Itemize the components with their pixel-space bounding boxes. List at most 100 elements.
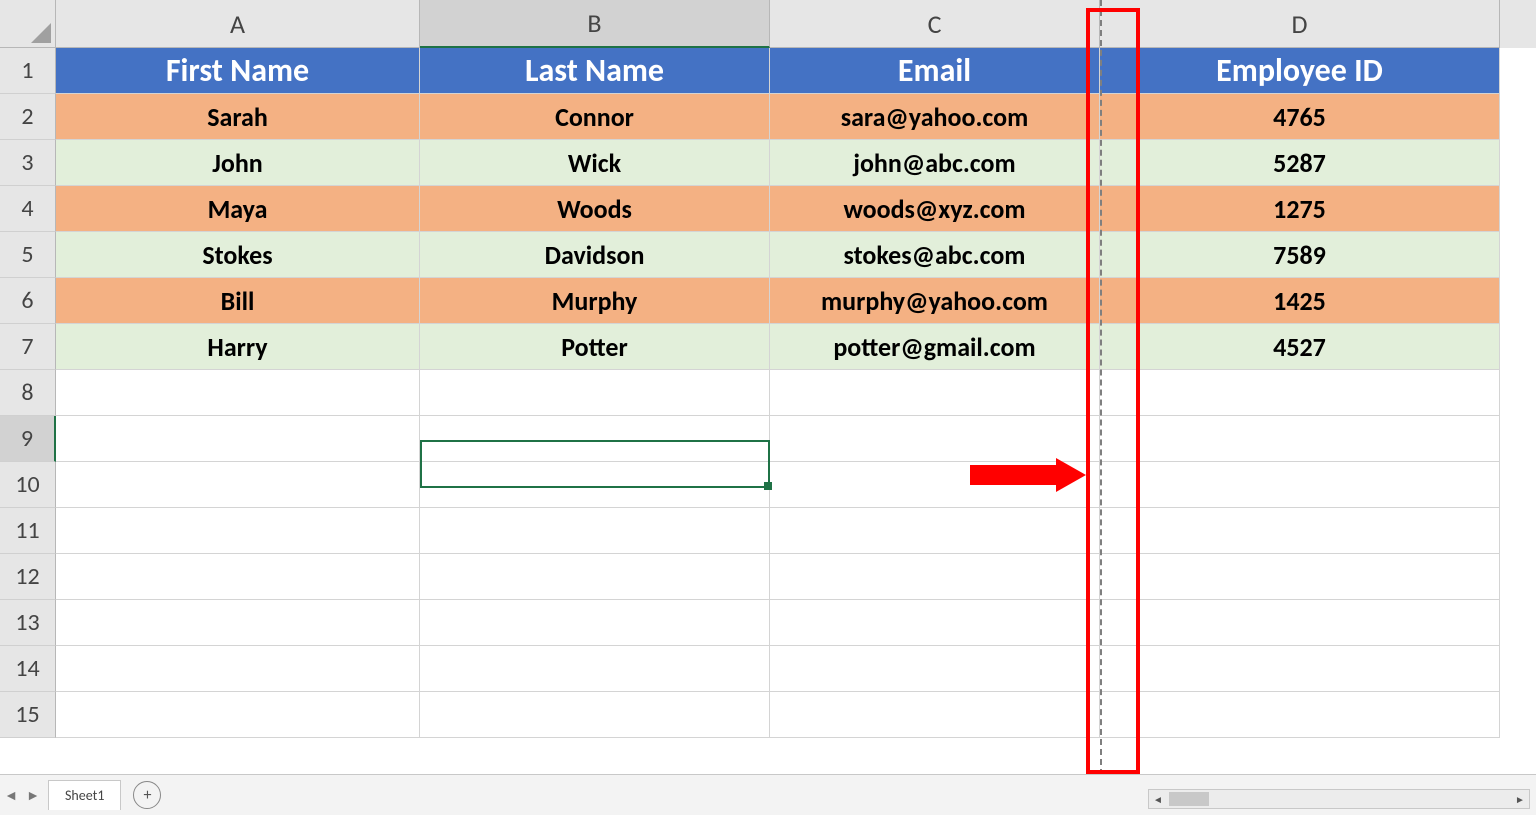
cell-D2[interactable]: 4765 [1100,94,1500,140]
cell-D7[interactable]: 4527 [1100,324,1500,370]
cell-C6[interactable]: murphy@yahoo.com [770,278,1100,324]
cell-A9[interactable] [56,416,420,462]
sheet-tab-bar: ◄ ► Sheet1 + ◄ ► [0,774,1536,815]
cell-B1[interactable]: Last Name [420,48,770,94]
cell-A4[interactable]: Maya [56,186,420,232]
cell-C8[interactable] [770,370,1100,416]
cell-D9[interactable] [1100,416,1500,462]
scrollbar-thumb[interactable] [1169,792,1209,806]
row-header-1[interactable]: 1 [0,48,56,94]
row-header-4[interactable]: 4 [0,186,56,232]
row-13: 13 [0,600,1536,646]
row-header-10[interactable]: 10 [0,462,56,508]
row-header-7[interactable]: 7 [0,324,56,370]
cell-A6[interactable]: Bill [56,278,420,324]
row-14: 14 [0,646,1536,692]
cell-B12[interactable] [420,554,770,600]
row-header-5[interactable]: 5 [0,232,56,278]
cell-A11[interactable] [56,508,420,554]
col-header-C[interactable]: C [770,0,1100,48]
cell-C9[interactable] [770,416,1100,462]
add-sheet-button[interactable]: + [133,781,161,809]
cell-B7[interactable]: Potter [420,324,770,370]
cell-D8[interactable] [1100,370,1500,416]
row-header-9[interactable]: 9 [0,416,56,462]
cell-D6[interactable]: 1425 [1100,278,1500,324]
cell-B9[interactable] [420,416,770,462]
cell-A15[interactable] [56,692,420,738]
select-all-corner[interactable] [0,0,56,48]
cell-B15[interactable] [420,692,770,738]
cell-A1[interactable]: First Name [56,48,420,94]
horizontal-scrollbar[interactable]: ◄ ► [1148,789,1530,809]
cell-D10[interactable] [1100,462,1500,508]
cell-A12[interactable] [56,554,420,600]
cell-B13[interactable] [420,600,770,646]
cell-C12[interactable] [770,554,1100,600]
spreadsheet-grid: A B C D 1 First Name Last Name Email Emp… [0,0,1536,775]
row-header-3[interactable]: 3 [0,140,56,186]
row-3: 3 John Wick john@abc.com 5287 [0,140,1536,186]
cell-B8[interactable] [420,370,770,416]
cell-C5[interactable]: stokes@abc.com [770,232,1100,278]
cell-C14[interactable] [770,646,1100,692]
col-header-B[interactable]: B [420,0,770,48]
row-header-6[interactable]: 6 [0,278,56,324]
cell-A8[interactable] [56,370,420,416]
cell-D14[interactable] [1100,646,1500,692]
cell-D13[interactable] [1100,600,1500,646]
cell-B3[interactable]: Wick [420,140,770,186]
row-header-8[interactable]: 8 [0,370,56,416]
row-2: 2 Sarah Connor sara@yahoo.com 4765 [0,94,1536,140]
cell-D5[interactable]: 7589 [1100,232,1500,278]
cell-A5[interactable]: Stokes [56,232,420,278]
cell-C4[interactable]: woods@xyz.com [770,186,1100,232]
scroll-left-icon[interactable]: ◄ [1149,791,1167,807]
row-header-13[interactable]: 13 [0,600,56,646]
cell-D15[interactable] [1100,692,1500,738]
cell-B2[interactable]: Connor [420,94,770,140]
cell-B10[interactable] [420,462,770,508]
cell-C2[interactable]: sara@yahoo.com [770,94,1100,140]
col-header-D[interactable]: D [1100,0,1500,48]
cell-A13[interactable] [56,600,420,646]
row-11: 11 [0,508,1536,554]
cell-B11[interactable] [420,508,770,554]
tab-scroll-right-icon[interactable]: ► [22,775,44,815]
cell-C10[interactable] [770,462,1100,508]
col-header-A[interactable]: A [56,0,420,48]
cell-B4[interactable]: Woods [420,186,770,232]
cell-C1[interactable]: Email [770,48,1100,94]
cell-D12[interactable] [1100,554,1500,600]
row-header-14[interactable]: 14 [0,646,56,692]
scroll-right-icon[interactable]: ► [1511,791,1529,807]
cell-C13[interactable] [770,600,1100,646]
row-header-12[interactable]: 12 [0,554,56,600]
row-header-11[interactable]: 11 [0,508,56,554]
cell-B5[interactable]: Davidson [420,232,770,278]
cell-C7[interactable]: potter@gmail.com [770,324,1100,370]
cell-B6[interactable]: Murphy [420,278,770,324]
cell-A2[interactable]: Sarah [56,94,420,140]
row-header-15[interactable]: 15 [0,692,56,738]
column-header-row: A B C D [0,0,1536,48]
row-5: 5 Stokes Davidson stokes@abc.com 7589 [0,232,1536,278]
cell-C15[interactable] [770,692,1100,738]
sheet-tab-sheet1[interactable]: Sheet1 [48,780,121,810]
row-12: 12 [0,554,1536,600]
cell-D1[interactable]: Employee ID [1100,48,1500,94]
tab-scroll-left-icon[interactable]: ◄ [0,775,22,815]
row-4: 4 Maya Woods woods@xyz.com 1275 [0,186,1536,232]
row-1: 1 First Name Last Name Email Employee ID [0,48,1536,94]
cell-A10[interactable] [56,462,420,508]
cell-D11[interactable] [1100,508,1500,554]
cell-A3[interactable]: John [56,140,420,186]
row-header-2[interactable]: 2 [0,94,56,140]
cell-C11[interactable] [770,508,1100,554]
cell-C3[interactable]: john@abc.com [770,140,1100,186]
cell-A7[interactable]: Harry [56,324,420,370]
cell-A14[interactable] [56,646,420,692]
cell-B14[interactable] [420,646,770,692]
cell-D4[interactable]: 1275 [1100,186,1500,232]
cell-D3[interactable]: 5287 [1100,140,1500,186]
